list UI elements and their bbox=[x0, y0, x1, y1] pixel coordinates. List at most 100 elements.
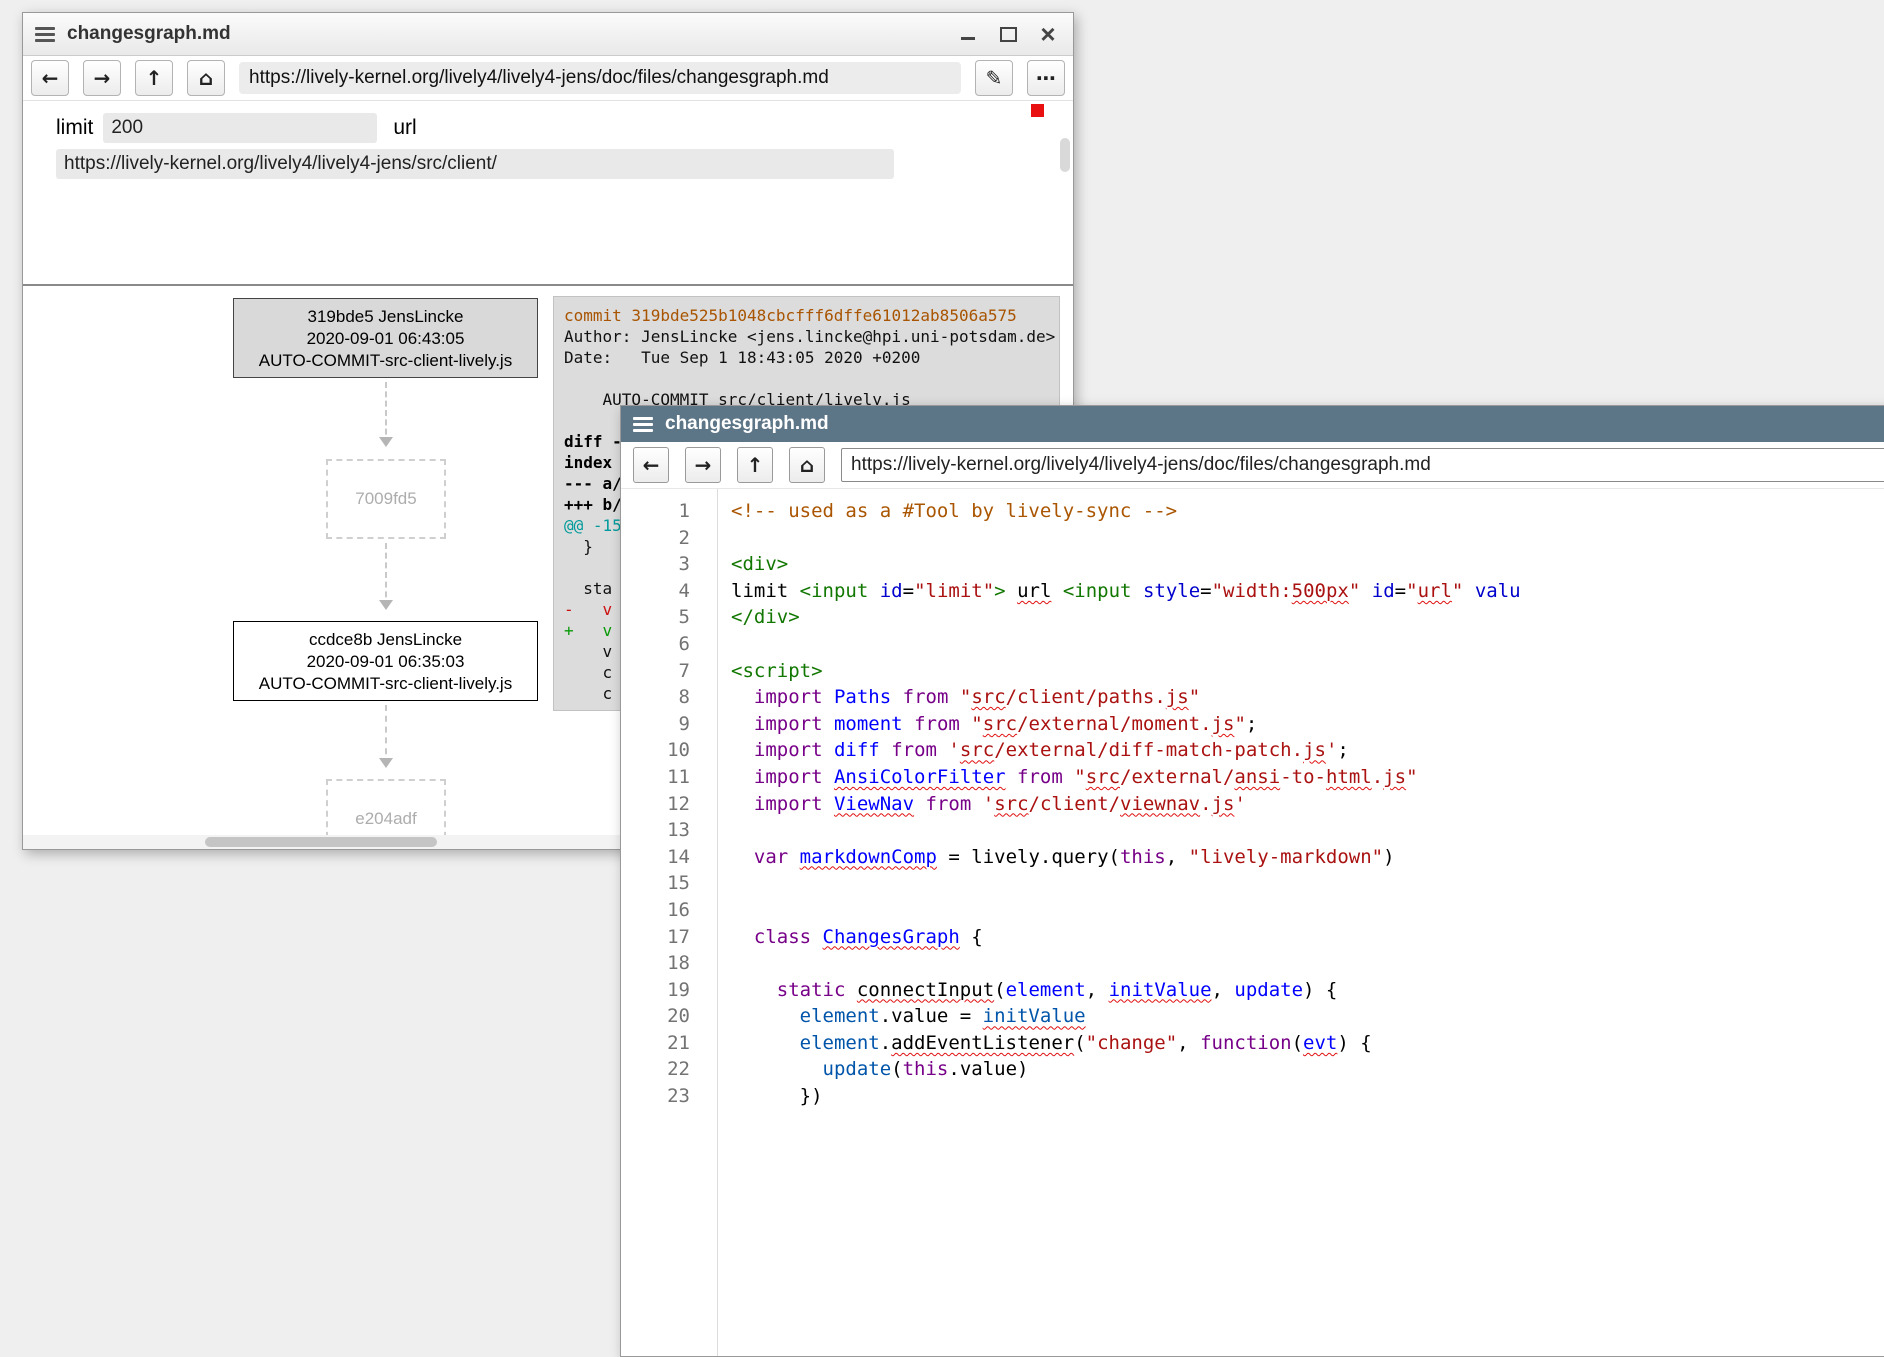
back-button[interactable]: ← bbox=[633, 447, 669, 483]
code-line[interactable]: import AnsiColorFilter from "src/externa… bbox=[731, 764, 1884, 791]
pencil-icon: ✎ bbox=[986, 66, 1003, 90]
code-line[interactable]: <script> bbox=[731, 658, 1884, 685]
forward-button[interactable]: → bbox=[83, 60, 121, 96]
line-number[interactable]: 2 bbox=[621, 525, 690, 552]
up-button[interactable]: ↑ bbox=[737, 447, 773, 483]
code-line[interactable] bbox=[731, 817, 1884, 844]
close-button[interactable]: × bbox=[1035, 22, 1061, 46]
code-line[interactable]: class ChangesGraph { bbox=[731, 924, 1884, 951]
code-line[interactable]: import ViewNav from 'src/client/viewnav.… bbox=[731, 791, 1884, 818]
minimize-button[interactable] bbox=[955, 22, 981, 46]
code-line[interactable]: import Paths from "src/client/paths.js" bbox=[731, 684, 1884, 711]
line-number[interactable]: 21 bbox=[621, 1030, 690, 1057]
home-button[interactable]: ⌂ bbox=[789, 447, 825, 483]
code-line[interactable] bbox=[731, 897, 1884, 924]
minimize-icon bbox=[961, 37, 975, 40]
node-line: AUTO-COMMIT-src-client-lively.js bbox=[234, 350, 537, 372]
back-button[interactable]: ← bbox=[31, 60, 69, 96]
address-bar[interactable] bbox=[841, 448, 1884, 482]
line-number[interactable]: 15 bbox=[621, 870, 690, 897]
forward-icon: → bbox=[695, 453, 712, 477]
limit-input[interactable] bbox=[103, 113, 377, 143]
line-number[interactable]: 18 bbox=[621, 950, 690, 977]
code-line[interactable]: element.value = initValue bbox=[731, 1003, 1884, 1030]
window-title: changesgraph.md bbox=[67, 23, 231, 45]
commit-detail-line: commit 319bde525b1048cbcfff6dffe61012ab8… bbox=[564, 305, 1049, 326]
url-input[interactable] bbox=[56, 149, 894, 179]
code-line[interactable] bbox=[731, 870, 1884, 897]
code-line[interactable]: <div> bbox=[731, 551, 1884, 578]
window-title: changesgraph.md bbox=[665, 413, 829, 435]
code-line[interactable]: }) bbox=[731, 1083, 1884, 1110]
line-number[interactable]: 14 bbox=[621, 844, 690, 871]
line-number[interactable]: 9 bbox=[621, 711, 690, 738]
home-icon: ⌂ bbox=[800, 453, 814, 477]
navigation-toolbar: ← → ↑ ⌂ bbox=[621, 442, 1884, 489]
code-line[interactable]: </div> bbox=[731, 604, 1884, 631]
maximize-button[interactable] bbox=[995, 22, 1021, 46]
line-number[interactable]: 7 bbox=[621, 658, 690, 685]
line-number[interactable]: 11 bbox=[621, 764, 690, 791]
code-line[interactable]: <!-- used as a #Tool by lively-sync --> bbox=[731, 498, 1884, 525]
home-button[interactable]: ⌂ bbox=[187, 60, 225, 96]
editor-code[interactable]: <!-- used as a #Tool by lively-sync --> … bbox=[718, 489, 1884, 1356]
titlebar[interactable]: changesgraph.md bbox=[621, 406, 1884, 442]
graph-edge-arrow bbox=[385, 382, 387, 444]
code-line[interactable]: element.addEventListener("change", funct… bbox=[731, 1030, 1884, 1057]
line-number[interactable]: 4 bbox=[621, 578, 690, 605]
graph-node-319bde5[interactable]: 319bde5 JensLincke 2020-09-01 06:43:05 A… bbox=[233, 298, 538, 378]
home-icon: ⌂ bbox=[199, 66, 213, 90]
changesgraph-form: limit url bbox=[23, 101, 1073, 284]
node-line: e204adf bbox=[355, 808, 416, 830]
code-line[interactable] bbox=[731, 525, 1884, 552]
node-line: AUTO-COMMIT-src-client-lively.js bbox=[234, 673, 537, 695]
line-number[interactable]: 8 bbox=[621, 684, 690, 711]
line-number[interactable]: 22 bbox=[621, 1056, 690, 1083]
line-number[interactable]: 12 bbox=[621, 791, 690, 818]
line-number[interactable]: 5 bbox=[621, 604, 690, 631]
code-line[interactable]: limit <input id="limit"> url <input styl… bbox=[731, 578, 1884, 605]
line-number[interactable]: 6 bbox=[621, 631, 690, 658]
navigation-toolbar: ← → ↑ ⌂ ✎ ⋯ bbox=[23, 56, 1073, 101]
line-number[interactable]: 23 bbox=[621, 1083, 690, 1110]
line-number[interactable]: 17 bbox=[621, 924, 690, 951]
line-number[interactable]: 20 bbox=[621, 1003, 690, 1030]
more-icon: ⋯ bbox=[1036, 66, 1056, 90]
code-line[interactable]: import diff from 'src/external/diff-matc… bbox=[731, 737, 1884, 764]
line-number[interactable]: 16 bbox=[621, 897, 690, 924]
code-line[interactable]: static connectInput(element, initValue, … bbox=[731, 977, 1884, 1004]
window-changesgraph-front: changesgraph.md ← → ↑ ⌂ 1234567891011121… bbox=[620, 405, 1884, 1357]
edit-button[interactable]: ✎ bbox=[975, 60, 1013, 96]
code-editor[interactable]: 1234567891011121314151617181920212223 <!… bbox=[621, 489, 1884, 1356]
menu-icon[interactable] bbox=[35, 27, 55, 42]
code-line[interactable] bbox=[731, 950, 1884, 977]
address-bar[interactable] bbox=[239, 62, 961, 94]
code-line[interactable]: var markdownComp = lively.query(this, "l… bbox=[731, 844, 1884, 871]
node-line: ccdce8b JensLincke bbox=[234, 629, 537, 651]
forward-button[interactable]: → bbox=[685, 447, 721, 483]
back-icon: ← bbox=[643, 453, 660, 477]
graph-node-ccdce8b[interactable]: ccdce8b JensLincke 2020-09-01 06:35:03 A… bbox=[233, 621, 538, 701]
node-line: 2020-09-01 06:35:03 bbox=[234, 651, 537, 673]
line-number[interactable]: 13 bbox=[621, 817, 690, 844]
line-number[interactable]: 1 bbox=[621, 498, 690, 525]
code-line[interactable]: import moment from "src/external/moment.… bbox=[731, 711, 1884, 738]
titlebar[interactable]: changesgraph.md × bbox=[23, 13, 1073, 56]
forward-icon: → bbox=[94, 66, 111, 90]
code-line[interactable] bbox=[731, 631, 1884, 658]
desktop: { "icons": { "back": "←", "forward": "→"… bbox=[0, 0, 1884, 1323]
line-number[interactable]: 10 bbox=[621, 737, 690, 764]
more-button[interactable]: ⋯ bbox=[1027, 60, 1065, 96]
up-button[interactable]: ↑ bbox=[135, 60, 173, 96]
line-number[interactable]: 19 bbox=[621, 977, 690, 1004]
url-label: url bbox=[393, 116, 416, 140]
line-number[interactable]: 3 bbox=[621, 551, 690, 578]
code-line[interactable]: update(this.value) bbox=[731, 1056, 1884, 1083]
graph-node-7009fd5[interactable]: 7009fd5 bbox=[326, 459, 446, 539]
vertical-scrollbar-thumb[interactable] bbox=[1060, 138, 1070, 172]
sync-indicator bbox=[1031, 104, 1044, 117]
menu-icon[interactable] bbox=[633, 417, 653, 432]
window-controls: × bbox=[955, 22, 1061, 46]
up-icon: ↑ bbox=[146, 66, 163, 90]
horizontal-scrollbar-thumb[interactable] bbox=[205, 837, 437, 847]
